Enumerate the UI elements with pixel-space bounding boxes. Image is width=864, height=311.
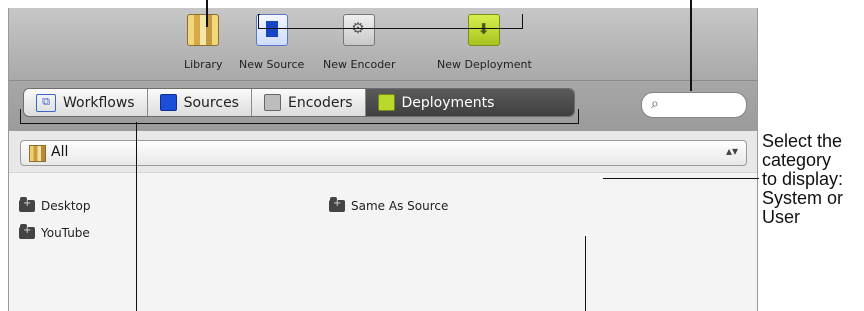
search-input[interactable]: ⌕	[641, 92, 747, 118]
callout-tabs-line	[136, 122, 137, 311]
callout-create-bracket	[258, 14, 523, 29]
new-source-label: New Source	[239, 58, 305, 71]
new-deployment-label: New Deployment	[437, 58, 532, 71]
select-arrows-icon: ▴▾	[725, 144, 738, 158]
library-icon	[29, 145, 46, 162]
callout-category-line	[603, 178, 759, 179]
callout-category-help: Select the category to display: System o…	[762, 131, 844, 227]
app-window: Library New Source New Encoder New Deplo…	[8, 8, 758, 311]
search-icon: ⌕	[651, 96, 659, 112]
callout-library-line	[206, 0, 208, 27]
new-encoder-label: New Encoder	[323, 58, 396, 71]
deployment-list: Desktop YouTube Same As Source	[9, 172, 757, 311]
list-item-same-as-source[interactable]: Same As Source	[329, 197, 449, 213]
list-item-label: YouTube	[41, 226, 90, 240]
list-item-label: Desktop	[41, 199, 91, 213]
library-label: Library	[184, 58, 223, 71]
callout-content-line	[585, 236, 586, 311]
list-item-desktop[interactable]: Desktop	[19, 197, 91, 213]
category-select[interactable]: All ▴▾	[20, 140, 747, 166]
callout-search-line	[690, 0, 692, 91]
list-item-label: Same As Source	[351, 199, 449, 213]
category-select-value: All	[51, 144, 69, 160]
list-item-youtube[interactable]: YouTube	[19, 224, 90, 240]
folder-icon	[329, 197, 345, 212]
folder-icon	[19, 224, 35, 239]
folder-icon	[19, 197, 35, 212]
library-button[interactable]: Library	[184, 14, 222, 71]
library-icon	[187, 14, 220, 46]
callout-create-stem	[258, 14, 260, 15]
callout-tabs-bracket	[20, 109, 579, 124]
